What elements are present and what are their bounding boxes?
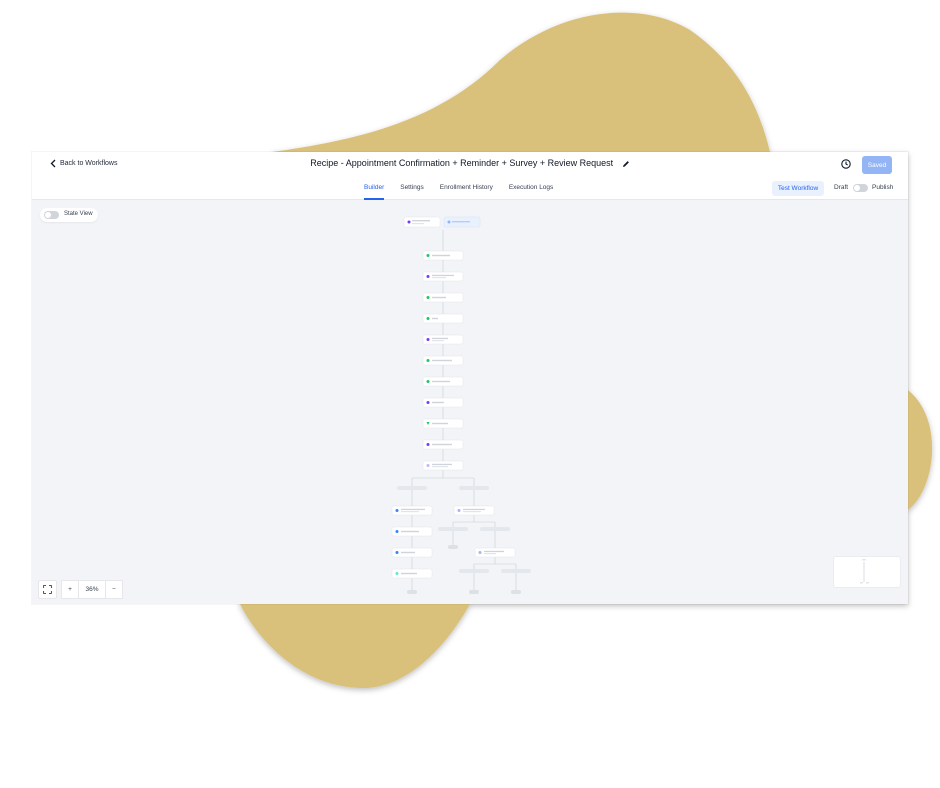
trigger-nodes bbox=[403, 216, 481, 228]
workflow-canvas[interactable]: State View + 36% − bbox=[32, 200, 908, 604]
workflow-title: Recipe - Appointment Confirmation + Remi… bbox=[310, 158, 614, 168]
state-view-toggle[interactable] bbox=[44, 211, 59, 219]
publish-toggle[interactable] bbox=[853, 184, 868, 192]
minimap[interactable] bbox=[834, 557, 900, 587]
workflow-diagram bbox=[391, 216, 531, 594]
top-bar: Back to Workflows Recipe - Appointment C… bbox=[32, 152, 908, 179]
tab-builder[interactable]: Builder bbox=[356, 178, 392, 200]
tab-settings[interactable]: Settings bbox=[392, 178, 432, 199]
tab-list: Builder Settings Enrollment History Exec… bbox=[356, 178, 561, 200]
state-view-toggle-group[interactable]: State View bbox=[40, 208, 98, 222]
workflow-title-bar: Recipe - Appointment Confirmation + Remi… bbox=[32, 158, 908, 168]
zoom-group: + 36% − bbox=[61, 580, 123, 599]
test-workflow-button[interactable]: Test Workflow bbox=[772, 181, 824, 196]
tab-enrollment-history[interactable]: Enrollment History bbox=[432, 178, 501, 199]
pencil-icon[interactable] bbox=[622, 160, 630, 168]
fit-view-button[interactable] bbox=[38, 580, 57, 599]
minimap-preview bbox=[860, 559, 869, 584]
zoom-level: 36% bbox=[79, 580, 106, 599]
tab-bar: Builder Settings Enrollment History Exec… bbox=[32, 178, 908, 200]
workflow-builder-window: Back to Workflows Recipe - Appointment C… bbox=[32, 152, 908, 604]
history-icon[interactable] bbox=[840, 158, 852, 170]
state-view-label: State View bbox=[64, 211, 93, 217]
tab-execution-logs[interactable]: Execution Logs bbox=[501, 178, 561, 199]
zoom-out-button[interactable]: − bbox=[106, 580, 123, 599]
saved-button[interactable]: Saved bbox=[862, 156, 892, 174]
draft-label: Draft bbox=[834, 184, 849, 191]
zoom-controls: + 36% − bbox=[38, 580, 123, 599]
publish-label: Publish bbox=[872, 184, 894, 191]
expand-icon bbox=[43, 585, 52, 594]
zoom-in-button[interactable]: + bbox=[61, 580, 79, 599]
branch-nodes bbox=[391, 505, 516, 579]
